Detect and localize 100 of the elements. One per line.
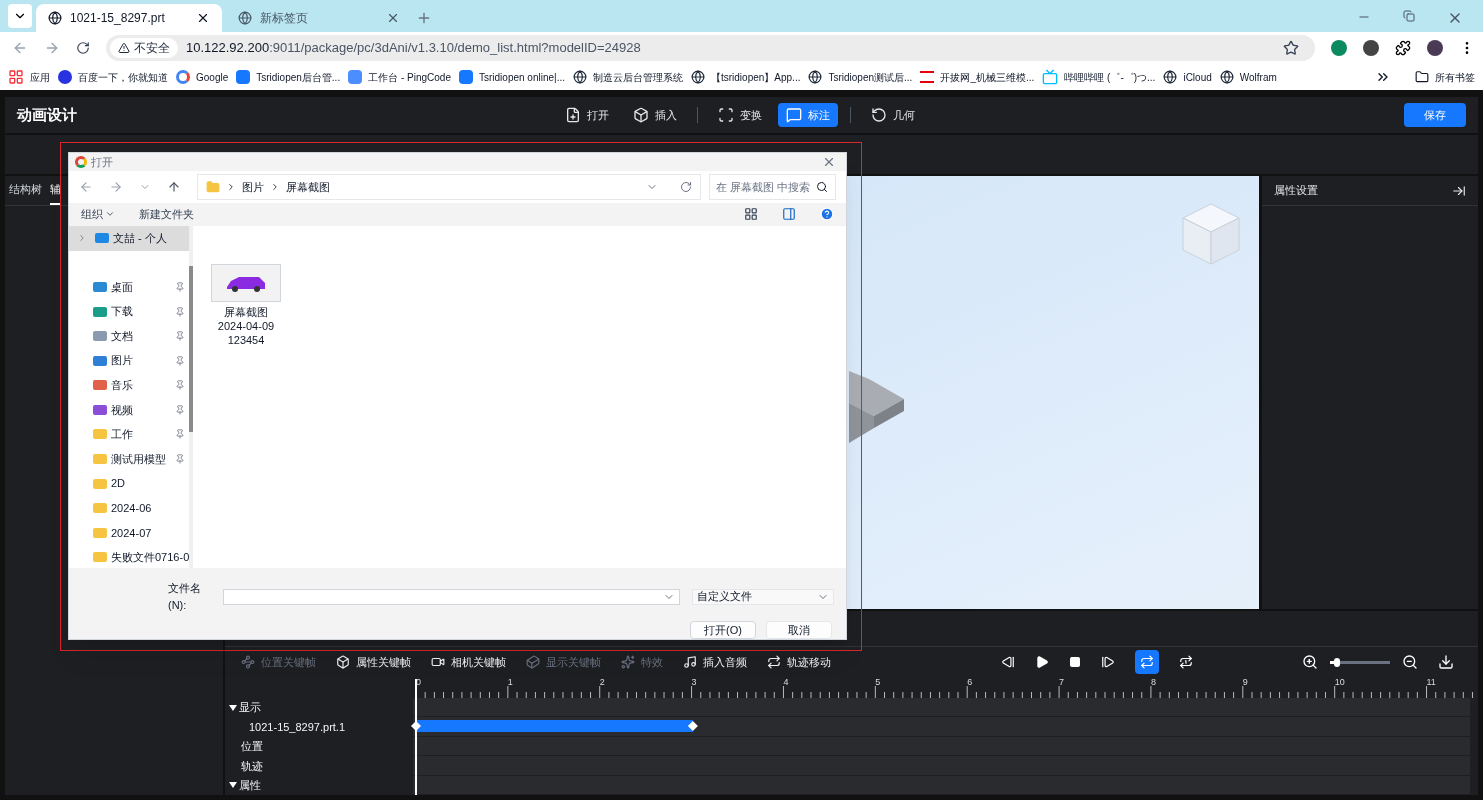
track-label[interactable]: 位置 [225,738,263,755]
pin-icon [175,331,186,342]
bookmark-link[interactable]: 开拔网_机械三维模... [920,69,1035,85]
dialog-title: 打开 [91,154,114,170]
loop-toggle[interactable] [1135,650,1159,674]
toolbar-button[interactable]: 打开 [557,103,617,127]
toolbar-button[interactable]: 几何 [863,103,923,127]
zoom-slider[interactable] [1330,660,1390,664]
timeline-action[interactable]: 属性关键帧 [336,653,411,671]
tab-list-button[interactable] [8,4,32,28]
browser-tab[interactable]: 新标签页 [226,4,412,32]
extension-icon[interactable] [1331,40,1347,56]
extension-icon[interactable] [1363,40,1379,56]
bookmark-link[interactable]: 制造云后台管理系统 [572,69,683,85]
track-group-label[interactable]: 属性 [225,777,261,794]
cube-icon [633,107,649,123]
download-icon[interactable] [1438,654,1454,670]
track-group-label[interactable]: 显示 [225,699,261,716]
close-icon[interactable] [196,11,210,25]
bookmark-link[interactable]: iCloud [1163,69,1212,85]
bookmark-link[interactable]: 哔哩哔哩 (゜-゜)つ... [1042,69,1156,85]
url-host: 10.122.92.200 [186,39,270,58]
save-button[interactable]: 保存 [1404,103,1466,127]
globe-icon [572,70,587,84]
all-bookmarks-link[interactable]: 所有书签 [1415,69,1475,85]
avatar-icon[interactable] [1427,40,1443,56]
browser-tab[interactable]: 1021-15_8297.prt [36,4,222,32]
step-forward-icon[interactable] [1101,655,1115,669]
loop-icon [1140,655,1154,669]
bookmark-link[interactable]: Google [176,69,229,85]
dialog-button[interactable]: 打开(O) [690,621,756,639]
bookmark-link[interactable]: 工作台 - PingCode [348,69,451,85]
nav-label: 下载 [111,304,134,320]
bookmark-link[interactable]: 百度一下，你就知道 [58,69,168,85]
nav-item[interactable]: 2024-06 [69,495,190,521]
nav-item[interactable]: 下载 [69,299,190,324]
bookmark-link[interactable]: Tsridiopen online|... [459,69,565,85]
toolbar-button[interactable]: 插入 [625,103,685,127]
globe-icon [1219,70,1234,84]
bookmark-link[interactable]: Wolfram [1219,69,1277,85]
bookmark-link[interactable]: 应用 [8,69,50,85]
security-chip[interactable]: 不安全 [110,38,178,58]
bookmark-link[interactable]: Tsridiopen测试后... [808,69,913,85]
nav-item[interactable]: 工作 [69,422,190,447]
timeline-action[interactable]: 轨迹移动 [767,653,831,671]
step-back-icon[interactable] [1001,655,1015,669]
loop-arrows-icon [767,655,781,669]
play-icon[interactable] [1035,655,1049,669]
nav-item[interactable]: 测试用模型 [69,446,190,472]
star-icon[interactable] [1283,40,1299,56]
bookmark-link[interactable]: 【tsridiopen】App... [690,69,801,85]
nav-item[interactable]: 文喆 - 个人 [69,226,190,251]
nav-item[interactable]: 图片 [69,348,190,373]
toolbar-button[interactable]: 变换 [710,103,770,127]
help-icon[interactable] [820,207,834,222]
keyframe-clip[interactable] [411,719,698,734]
timeline-action[interactable]: 插入音频 [683,653,747,671]
timeline-action[interactable]: 相机关键帧 [431,653,506,671]
path-segment[interactable]: 图片 [242,178,264,196]
view-icon[interactable] [744,207,758,222]
toolbar-button[interactable]: 标注 [778,103,838,127]
repeat-once-icon[interactable] [1179,655,1193,669]
folder-icon [93,478,107,489]
up-icon[interactable] [167,179,181,194]
address-bar[interactable]: 不安全 10.122.92.200:9011/package/pc/3dAni/v1.3.10/demo_list.html?modelID=24928 [106,35,1315,61]
command-button[interactable]: 组织 [81,206,115,223]
command-button[interactable]: 新建文件夹 [139,206,194,223]
filename-field[interactable] [222,588,680,605]
nav-item[interactable]: 2024-07 [69,520,190,546]
warning-icon [118,42,130,54]
collapse-icon[interactable] [1452,183,1466,198]
zoom-in-icon[interactable] [1302,654,1318,670]
reload-icon[interactable] [76,41,90,55]
puzzle-icon[interactable] [1395,40,1411,56]
path-segment[interactable]: 屏幕截图 [286,178,330,196]
apps-grid-icon [8,69,24,85]
zoom-out-icon[interactable] [1402,654,1418,670]
nav-item[interactable]: 失败文件0716-0 [69,545,190,570]
nav-item[interactable]: 视频 [69,397,190,423]
nav-item[interactable]: 桌面 [69,274,190,300]
stop-icon[interactable] [1069,656,1081,668]
image-thumbnail[interactable] [211,264,281,302]
bookmark-link[interactable]: Tsridiopen后台管... [236,69,341,85]
filetype-select[interactable]: 自定义文件 [691,588,834,605]
panel-tab[interactable]: 结构树 [9,176,42,205]
nav-item[interactable]: 文档 [69,323,190,349]
refresh-icon[interactable] [680,180,692,193]
nav-label: 失败文件0716-0 [111,550,190,566]
globe-icon [690,70,705,84]
dialog-button[interactable]: 取消 [766,621,832,639]
track-label[interactable]: 1021-15_8297.prt.1 [225,718,346,736]
track-label[interactable]: 轨迹 [225,757,263,775]
slider-thumb[interactable] [1334,657,1341,667]
search-field[interactable]: 在 屏幕截图 中搜索 [709,173,836,200]
nav-item[interactable]: 2D [69,471,190,496]
nav-item[interactable]: 音乐 [69,373,190,398]
file-name[interactable]: 屏幕截图 2024-04-09 123454 [211,306,281,348]
path-bar[interactable]: 图片 屏幕截图 [197,173,701,200]
restore-icon[interactable] [1403,10,1415,22]
preview-pane-icon[interactable] [782,207,796,222]
